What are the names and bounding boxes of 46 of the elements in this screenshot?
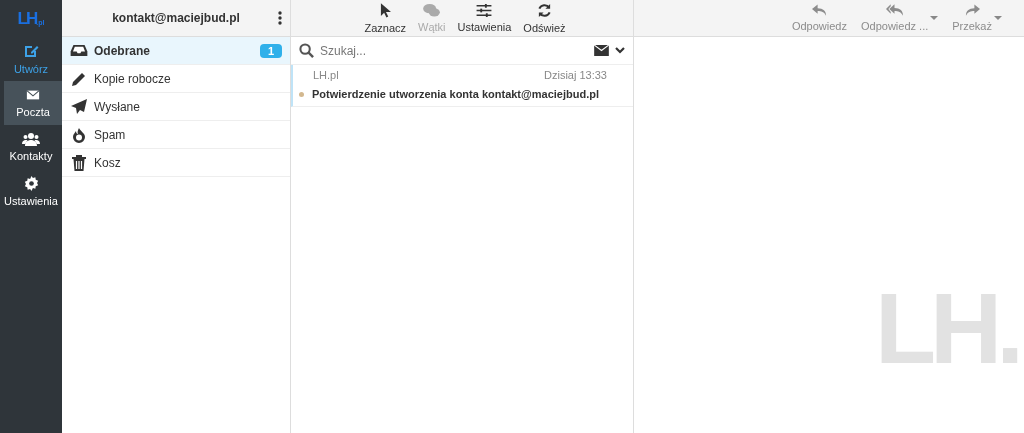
search-icon — [299, 43, 314, 58]
more-icon[interactable] — [278, 11, 282, 25]
chat-bubbles-icon — [423, 3, 441, 17]
toolbar-button[interactable]: Zaznacz — [362, 0, 409, 36]
folder-label: Spam — [94, 127, 127, 142]
folder-label: Kopie robocze — [94, 71, 172, 86]
paper-plane-icon — [70, 98, 88, 115]
message-item[interactable]: LH.pl Dzisiaj 13:33 Potwierdzenie utworzenia konta kontakt@maciejbud.pl — [291, 65, 633, 107]
toolbar-button[interactable]: Ustawienia — [455, 1, 514, 35]
nav-item[interactable]: Ustawienia — [0, 169, 62, 213]
nav-item[interactable]: Kontakty — [0, 125, 62, 169]
reply-all-icon — [886, 4, 904, 16]
refresh-icon — [536, 2, 552, 18]
pencil-icon — [70, 70, 88, 87]
search-field[interactable]: Szukaj... — [320, 43, 588, 58]
folder-item[interactable]: Kosz — [62, 149, 290, 177]
caret-icon — [930, 16, 939, 20]
edit-icon — [23, 43, 39, 59]
folder-item[interactable]: Spam — [62, 121, 290, 149]
toolbar-button[interactable]: Odśwież — [521, 0, 568, 36]
cursor-icon — [379, 2, 391, 18]
message-subject: Potwierdzenie utworzenia konta kontakt@maciejbud.pl — [312, 88, 599, 100]
caret-icon — [994, 16, 1002, 20]
people-icon — [22, 132, 40, 146]
sliders-icon — [476, 3, 493, 17]
folder-item[interactable]: Kopie robocze — [62, 65, 290, 93]
settings-icon — [23, 175, 39, 191]
nav-item[interactable]: Utwórz — [0, 37, 62, 81]
reply-icon — [811, 4, 827, 16]
forward-icon — [964, 4, 980, 16]
account-name: kontakt@maciejbud.pl — [112, 11, 240, 25]
folder-item[interactable]: Odebrane 1 — [62, 37, 290, 65]
message-sender: LH.pl — [313, 69, 339, 81]
envelope-icon[interactable] — [594, 45, 609, 56]
folder-label: Odebrane — [94, 43, 151, 58]
inbox-icon — [70, 44, 88, 57]
folder-label: Wysłane — [94, 99, 141, 114]
nav-item[interactable]: Poczta — [4, 81, 62, 125]
folder-label: Kosz — [94, 155, 122, 170]
chevron-down-icon[interactable] — [615, 47, 625, 54]
trash-icon — [70, 154, 88, 171]
message-date: Dzisiaj 13:33 — [544, 69, 607, 81]
unread-count: 1 — [259, 43, 282, 58]
flame-icon — [70, 126, 88, 143]
envelope-icon — [25, 88, 41, 102]
folder-item[interactable]: Wysłane — [62, 93, 290, 121]
